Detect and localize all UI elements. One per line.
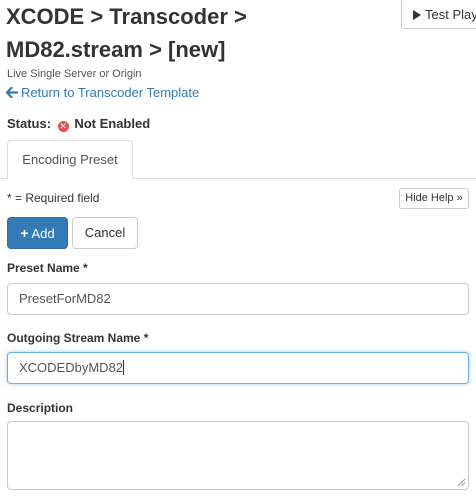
x-circle-icon: ✕ [57, 121, 69, 132]
text-caret [123, 360, 125, 375]
tab-encoding-preset[interactable]: Encoding Preset [7, 140, 133, 179]
cancel-button[interactable]: Cancel [72, 217, 138, 249]
status-row: Status: ✕ Not Enabled [7, 116, 150, 132]
description-textarea[interactable] [7, 421, 469, 490]
test-player-label: Test Player [425, 7, 476, 22]
outgoing-stream-name-label: Outgoing Stream Name * [7, 331, 149, 345]
preset-name-value: PresetForMD82 [19, 291, 111, 306]
outgoing-stream-name-input[interactable]: XCODEDbyMD82 [7, 352, 469, 384]
required-note: * = Required field [7, 191, 100, 205]
resize-handle-icon[interactable] [457, 478, 466, 487]
return-link[interactable]: Return to Transcoder Template [5, 85, 200, 100]
outgoing-stream-name-value: XCODEDbyMD82 [19, 360, 124, 375]
preset-name-label: Preset Name * [7, 261, 88, 275]
description-label: Description [7, 401, 74, 415]
page-title-line2: MD82.stream > [new] [6, 37, 226, 62]
arrow-left-icon [5, 85, 19, 100]
return-link-label: Return to Transcoder Template [21, 85, 200, 100]
hide-help-button[interactable]: Hide Help » [399, 188, 469, 209]
status-value: Not Enabled [74, 116, 151, 131]
play-icon [413, 10, 421, 20]
page-title: XCODE > Transcoder > MD82.stream > [new] [6, 0, 396, 66]
preset-name-input[interactable]: PresetForMD82 [7, 283, 469, 315]
plus-icon: + [20, 225, 29, 241]
add-button-label: Add [31, 226, 55, 241]
test-player-button[interactable]: Test Player [401, 0, 476, 29]
page-title-line1: XCODE > Transcoder > [6, 4, 247, 29]
page-subtitle: Live Single Server or Origin [7, 68, 142, 80]
status-label: Status: [7, 116, 52, 131]
add-button[interactable]: + Add [7, 217, 68, 249]
page: XCODE > Transcoder > MD82.stream > [new]… [0, 0, 476, 500]
